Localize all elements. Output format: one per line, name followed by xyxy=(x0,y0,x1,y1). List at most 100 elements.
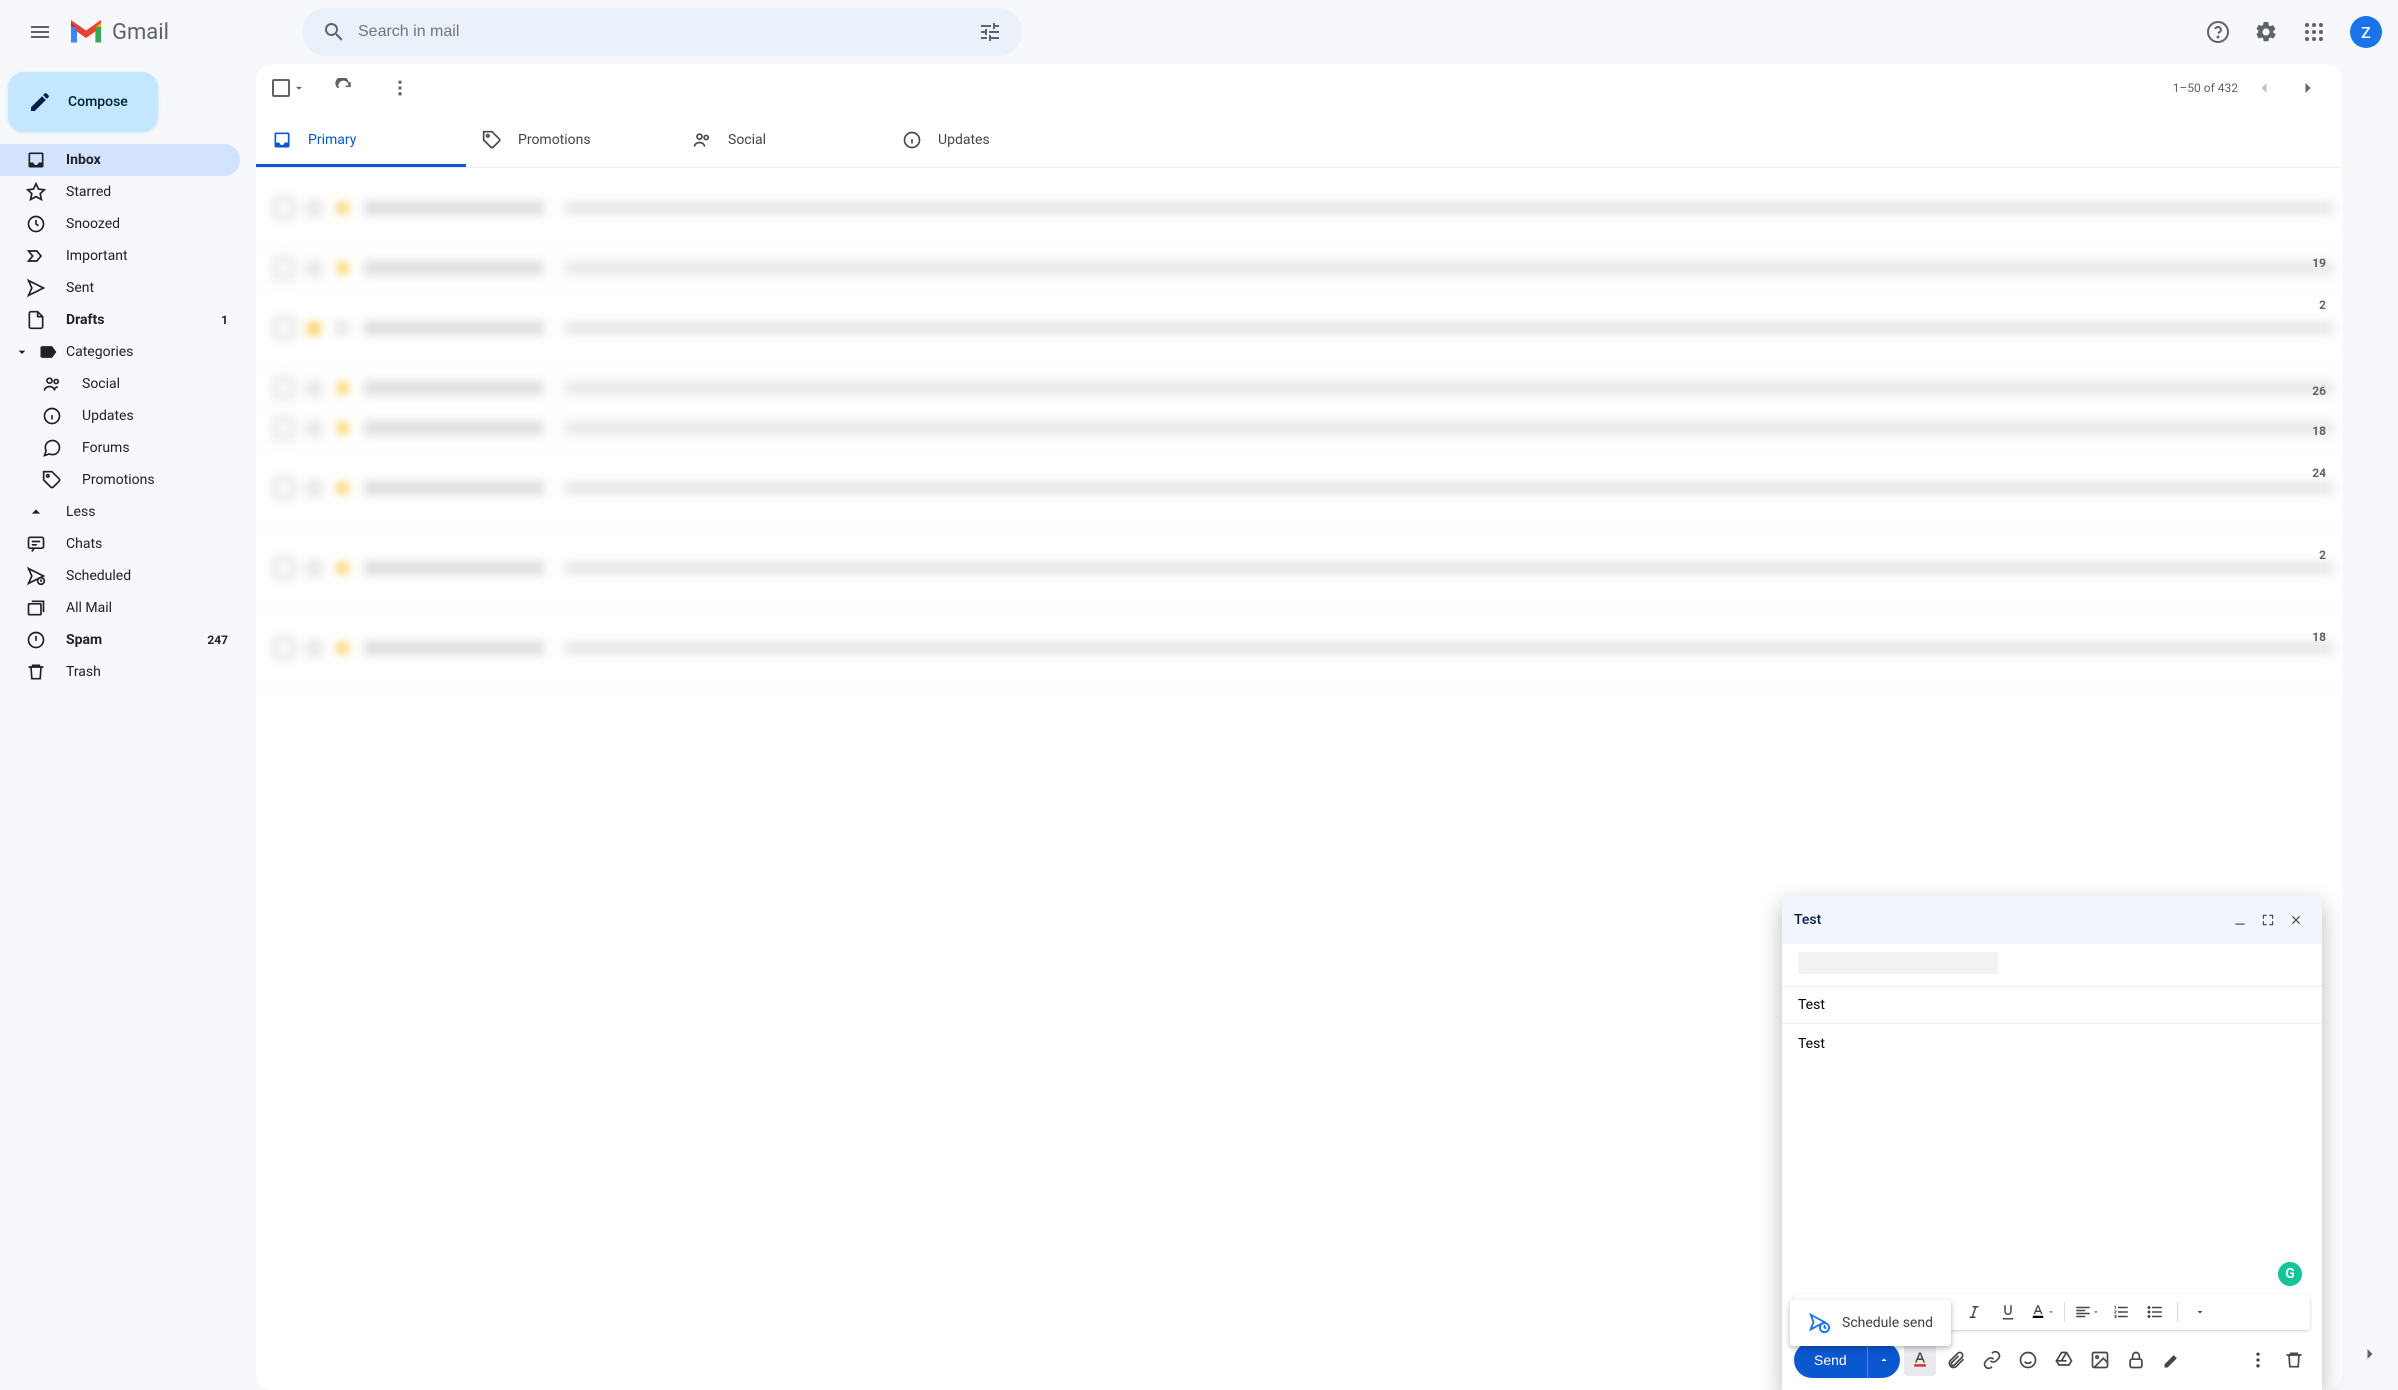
text-color-button[interactable] xyxy=(2028,1298,2056,1326)
hide-side-panel-button[interactable] xyxy=(2350,1334,2390,1374)
nav-label: Chats xyxy=(66,536,228,552)
link-button[interactable] xyxy=(1976,1344,2008,1376)
sidebar-item-updates[interactable]: Updates xyxy=(0,400,240,432)
sidebar-item-allmail[interactable]: All Mail xyxy=(0,592,240,624)
link-icon xyxy=(1982,1350,2002,1370)
tab-promotions[interactable]: Promotions xyxy=(466,112,676,167)
sidebar-item-scheduled[interactable]: Scheduled xyxy=(0,560,240,592)
discard-button[interactable] xyxy=(2278,1344,2310,1376)
message-row[interactable] xyxy=(256,448,2342,528)
sidebar-item-sent[interactable]: Sent xyxy=(0,272,240,304)
numbered-list-button[interactable] xyxy=(2107,1298,2135,1326)
tag-tab-icon xyxy=(482,130,502,150)
subject-field[interactable]: Test xyxy=(1782,987,2322,1024)
compose-header[interactable]: Test xyxy=(1782,896,2322,944)
sidebar-item-forums[interactable]: Forums xyxy=(0,432,240,464)
search-button[interactable] xyxy=(310,8,358,56)
toolbar-left xyxy=(272,70,418,106)
message-row[interactable] xyxy=(256,608,2342,688)
minimize-icon xyxy=(2233,913,2247,927)
message-row[interactable] xyxy=(256,248,2342,288)
sidebar-item-important[interactable]: Important xyxy=(0,240,240,272)
prev-page-button[interactable] xyxy=(2246,70,2282,106)
account-avatar[interactable]: Z xyxy=(2350,16,2382,48)
tab-primary[interactable]: Primary xyxy=(256,112,466,167)
message-row[interactable] xyxy=(256,288,2342,368)
nav-count: 1 xyxy=(221,313,228,327)
search-input[interactable] xyxy=(358,23,966,41)
pagination-text: 1–50 of 432 xyxy=(2173,81,2238,95)
label-icon xyxy=(38,342,58,362)
signature-button[interactable] xyxy=(2156,1344,2188,1376)
sidebar-item-trash[interactable]: Trash xyxy=(0,656,240,688)
message-row[interactable] xyxy=(256,528,2342,608)
more-button[interactable] xyxy=(382,70,418,106)
message-row[interactable] xyxy=(256,368,2342,408)
tune-icon xyxy=(978,20,1002,44)
apps-button[interactable] xyxy=(2294,12,2334,52)
attach-button[interactable] xyxy=(1940,1344,1972,1376)
text-color-icon xyxy=(2029,1303,2047,1321)
sidebar-item-starred[interactable]: Starred xyxy=(0,176,240,208)
send-options-button[interactable] xyxy=(1867,1342,1900,1378)
formatting-toggle-button[interactable] xyxy=(1904,1344,1936,1376)
nav-label: Spam xyxy=(66,632,187,648)
select-all[interactable] xyxy=(272,79,306,97)
tab-label: Primary xyxy=(308,132,356,148)
send-button[interactable]: Send xyxy=(1794,1342,1867,1378)
row-date: 26 xyxy=(2312,384,2326,398)
row-date: 2 xyxy=(2319,548,2326,562)
bullet-list-button[interactable] xyxy=(2141,1298,2169,1326)
sidebar-item-promotions[interactable]: Promotions xyxy=(0,464,240,496)
search-options-button[interactable] xyxy=(966,8,1014,56)
nav-label: Promotions xyxy=(82,472,228,488)
sidebar-item-spam[interactable]: Spam 247 xyxy=(0,624,240,656)
sidebar-item-inbox[interactable]: Inbox xyxy=(0,144,240,176)
underline-button[interactable] xyxy=(1994,1298,2022,1326)
nav-label: Inbox xyxy=(66,152,228,168)
grammarly-icon[interactable]: G xyxy=(2278,1262,2302,1286)
sidebar-item-less[interactable]: Less xyxy=(0,496,240,528)
caret-down-icon xyxy=(2194,1306,2206,1318)
message-body[interactable]: Test xyxy=(1782,1024,2322,1294)
schedule-send-option[interactable]: Schedule send xyxy=(1790,1300,1951,1346)
search-bar[interactable] xyxy=(302,8,1022,56)
minimize-button[interactable] xyxy=(2226,906,2254,934)
toolbar: 1–50 of 432 xyxy=(256,64,2342,112)
message-row[interactable] xyxy=(256,408,2342,448)
refresh-button[interactable] xyxy=(326,70,362,106)
tab-social[interactable]: Social xyxy=(676,112,886,167)
drive-icon xyxy=(2054,1350,2074,1370)
sidebar-item-drafts[interactable]: Drafts 1 xyxy=(0,304,240,336)
sidebar-item-chats[interactable]: Chats xyxy=(0,528,240,560)
compose-label: Compose xyxy=(68,94,128,110)
tab-updates[interactable]: Updates xyxy=(886,112,1096,167)
sidebar-item-snoozed[interactable]: Snoozed xyxy=(0,208,240,240)
drive-button[interactable] xyxy=(2048,1344,2080,1376)
italic-button[interactable] xyxy=(1960,1298,1988,1326)
message-row[interactable] xyxy=(256,168,2342,248)
main-menu-button[interactable] xyxy=(16,8,64,56)
sidebar-item-categories[interactable]: Categories xyxy=(0,336,240,368)
recipient-chip[interactable] xyxy=(1798,952,1998,974)
support-button[interactable] xyxy=(2198,12,2238,52)
confidential-button[interactable] xyxy=(2120,1344,2152,1376)
fullscreen-button[interactable] xyxy=(2254,906,2282,934)
chevron-right-icon xyxy=(2298,78,2318,98)
align-button[interactable] xyxy=(2073,1298,2101,1326)
nav-label: Social xyxy=(82,376,228,392)
close-button[interactable] xyxy=(2282,906,2310,934)
image-button[interactable] xyxy=(2084,1344,2116,1376)
logo[interactable]: Gmail xyxy=(64,18,302,46)
expand-icon xyxy=(2261,913,2275,927)
next-page-button[interactable] xyxy=(2290,70,2326,106)
to-field[interactable] xyxy=(1782,944,2322,987)
sidebar-item-social[interactable]: Social xyxy=(0,368,240,400)
emoji-button[interactable] xyxy=(2012,1344,2044,1376)
more-formatting-button[interactable] xyxy=(2186,1298,2214,1326)
more-options-button[interactable] xyxy=(2242,1344,2274,1376)
settings-button[interactable] xyxy=(2246,12,2286,52)
chevron-up-icon xyxy=(26,502,46,522)
apps-grid-icon xyxy=(2302,20,2326,44)
compose-button[interactable]: Compose xyxy=(8,72,158,132)
